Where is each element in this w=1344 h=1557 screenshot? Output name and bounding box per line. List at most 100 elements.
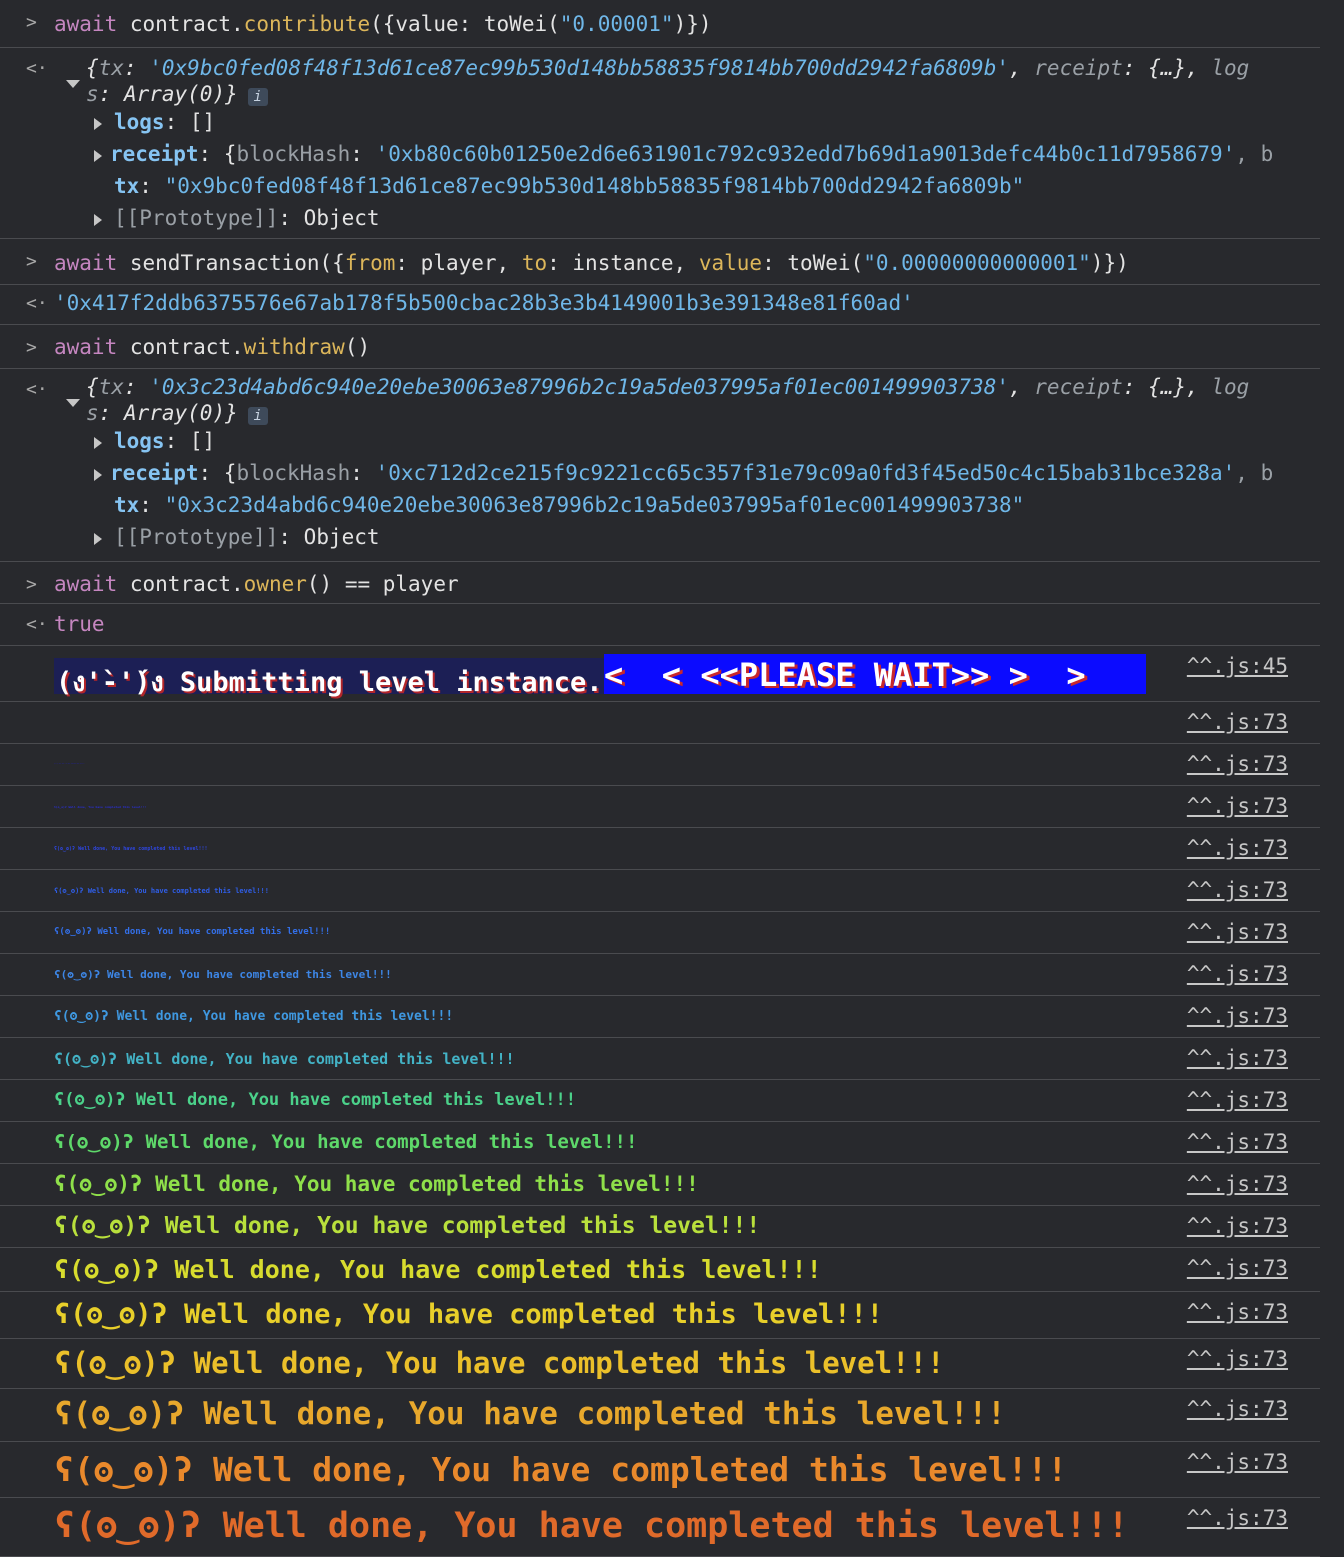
source-link[interactable]: ^^.js:45	[1187, 654, 1288, 678]
input-prompt-icon: >	[26, 12, 37, 33]
call-text: sendTransaction({	[129, 251, 345, 275]
well-done-row: ʕ(ʘ‿ʘ)ʔ Well done, You have completed th…	[0, 828, 1320, 870]
prototype-key: [[Prototype]]	[114, 206, 279, 230]
source-link[interactable]: ^^.js:73	[1187, 836, 1288, 860]
console-result-row: <· true	[0, 604, 1320, 646]
brace: {	[86, 375, 99, 399]
expand-triangle-icon[interactable]	[66, 80, 80, 88]
prop-receipt[interactable]: receipt: {blockHash: '0xb80c60b01250e2d6…	[110, 138, 1273, 170]
logs-key-part: log	[1211, 375, 1250, 399]
command-text[interactable]: await sendTransaction({from: player, to:…	[54, 247, 1129, 279]
well-done-row: ʕ(ʘ‿ʘ)ʔ Well done, You have completed th…	[0, 1122, 1320, 1164]
well-done-row: ʕ(ʘ‿ʘ)ʔ Well done, You have completed th…	[0, 1442, 1320, 1498]
string-arg: "0.00000000000001"	[863, 251, 1091, 275]
param-key: to	[521, 251, 548, 275]
source-link[interactable]: ^^.js:73	[1187, 752, 1288, 776]
well-done-message: ʕ(ʘ‿ʘ)ʔ Well done, You have completed th…	[54, 968, 392, 981]
info-icon[interactable]: i	[247, 88, 268, 106]
well-done-row: ʕ(ʘ‿ʘ)ʔ Well done, You have completed th…	[0, 870, 1320, 912]
expand-arrow-icon[interactable]	[94, 150, 102, 162]
truncated-text: , b	[1235, 461, 1274, 485]
method-name: withdraw	[243, 335, 345, 359]
collapsed-value: {…}	[1148, 56, 1187, 80]
prop-key: receipt	[110, 142, 199, 166]
well-done-row: ʕ(ʘ‿ʘ)ʔ Well done, You have completed th…	[0, 786, 1320, 828]
devtools-console: > await contract.contribute({value: toWe…	[0, 0, 1344, 1557]
prop-logs[interactable]: logs: []	[114, 425, 215, 457]
input-prompt-icon: >	[26, 337, 37, 358]
prototype-value: Object	[303, 525, 380, 549]
well-done-row: ʕ(ʘ‿ʘ)ʔ Well done, You have completed th…	[0, 1206, 1320, 1248]
prop-logs[interactable]: logs: []	[114, 106, 215, 138]
well-done-row: ʕ(ʘ‿ʘ)ʔ Well done, You have completed th…	[0, 1248, 1320, 1292]
console-result-object: <· {tx: '0x9bc0fed08f48f13d61ce87ec99b53…	[0, 48, 1320, 239]
collapsed-value: {…}	[1148, 375, 1187, 399]
prop-value: []	[189, 110, 216, 134]
prop-tx: tx: "0x3c23d4abd6c940e20ebe30063e87996b2…	[114, 493, 1025, 517]
source-link[interactable]: ^^.js:73	[1187, 1347, 1288, 1371]
source-link[interactable]: ^^.js:73	[1187, 1256, 1288, 1280]
well-done-row: ʕ(ʘ‿ʘ)ʔ Well done, You have completed th…	[0, 954, 1320, 996]
submit-log-row: (ง'̀-'́)ง Submitting level instance... <…	[0, 646, 1320, 702]
prop-tx: tx: "0x9bc0fed08f48f13d61ce87ec99b530d14…	[114, 174, 1025, 198]
prop-prototype[interactable]: [[Prototype]]: Object	[114, 521, 380, 553]
logs-summary-value: Array(0)}	[123, 82, 238, 106]
source-link[interactable]: ^^.js:73	[1187, 920, 1288, 944]
keyword-await: await	[54, 12, 118, 36]
well-done-message: ʕ(ʘ‿ʘ)ʔ Well done, You have completed th…	[54, 1131, 638, 1153]
logs-key-part: log	[1211, 56, 1250, 80]
well-done-row: ʕ(ʘ‿ʘ)ʔ Well done, You have completed th…	[0, 912, 1320, 954]
source-link[interactable]: ^^.js:73	[1187, 1300, 1288, 1324]
blockhash-key: blockHash	[236, 142, 351, 166]
source-link[interactable]: ^^.js:73	[1187, 1506, 1288, 1530]
args-close: ()	[344, 335, 371, 359]
source-link[interactable]: ^^.js:73	[1187, 1172, 1288, 1196]
source-link[interactable]: ^^.js:73	[1187, 1130, 1288, 1154]
well-done-message: ʕ(ʘ‿ʘ)ʔ Well done, You have completed th…	[54, 1346, 945, 1380]
expand-triangle-icon[interactable]	[66, 399, 80, 407]
logs-key-part: s	[86, 82, 99, 106]
info-icon[interactable]: i	[247, 407, 268, 425]
expand-arrow-icon[interactable]	[94, 533, 102, 545]
well-done-row: ʕ(ʘ‿ʘ)ʔ Well done, You have completed th…	[0, 1080, 1320, 1122]
source-link[interactable]: ^^.js:73	[1187, 1397, 1288, 1421]
well-done-message: ʕ(ʘ‿ʘ)ʔ Well done, You have completed th…	[54, 805, 147, 809]
well-done-message: ʕ(ʘ‿ʘ)ʔ Well done, You have completed th…	[54, 1213, 761, 1239]
source-link[interactable]: ^^.js:73	[1187, 1046, 1288, 1070]
expand-arrow-icon[interactable]	[94, 469, 102, 481]
console-input-row: > await contract.withdraw()	[0, 325, 1320, 369]
input-prompt-icon: >	[26, 574, 37, 595]
expand-arrow-icon[interactable]	[94, 118, 102, 130]
source-link[interactable]: ^^.js:73	[1187, 1214, 1288, 1238]
expand-arrow-icon[interactable]	[94, 214, 102, 226]
result-arrow-icon: <·	[26, 293, 48, 314]
source-link[interactable]: ^^.js:73	[1187, 794, 1288, 818]
source-link[interactable]: ^^.js:73	[1187, 710, 1288, 734]
prop-prototype[interactable]: [[Prototype]]: Object	[114, 202, 380, 234]
args-close: )})	[1090, 251, 1129, 275]
result-arrow-icon: <·	[26, 58, 48, 79]
command-text[interactable]: await contract.withdraw()	[54, 331, 370, 363]
string-arg: "0.00001"	[559, 12, 674, 36]
console-result-object: <· {tx: '0x3c23d4abd6c940e20ebe30063e879…	[0, 369, 1320, 562]
prop-value: []	[189, 429, 216, 453]
prop-key: logs	[114, 429, 165, 453]
source-link[interactable]: ^^.js:73	[1187, 1004, 1288, 1028]
command-text[interactable]: await contract.owner() == player	[54, 568, 459, 600]
expression-rest: () == player	[306, 572, 459, 596]
source-link[interactable]: ^^.js:73	[1187, 962, 1288, 986]
prop-receipt[interactable]: receipt: {blockHash: '0xc712d2ce215f9c92…	[110, 457, 1273, 489]
expand-arrow-icon[interactable]	[94, 437, 102, 449]
source-link[interactable]: ^^.js:73	[1187, 878, 1288, 902]
well-done-row: ʕ(ʘ‿ʘ)ʔ Well done, You have completed th…	[0, 1339, 1320, 1389]
source-link[interactable]: ^^.js:73	[1187, 1450, 1288, 1474]
command-text[interactable]: await contract.contribute({value: toWei(…	[54, 8, 712, 40]
tx-key: tx	[98, 56, 124, 80]
well-done-message: ʕ(ʘ‿ʘ)ʔ Well done, You have completed th…	[54, 1090, 576, 1110]
prop-value: "0x3c23d4abd6c940e20ebe30063e87996b2c19a…	[164, 493, 1025, 517]
source-link[interactable]: ^^.js:73	[1187, 1088, 1288, 1112]
well-done-message: ʕ(ʘ‿ʘ)ʔ Well done, You have completed th…	[54, 1172, 699, 1196]
args-open: ({value: toWei(	[370, 12, 560, 36]
well-done-message: ʕ(ʘ‿ʘ)ʔ Well done, You have completed th…	[54, 846, 208, 852]
blockhash-value: '0xc712d2ce215f9c9221cc65c357f31e79c09a0…	[375, 461, 1236, 485]
